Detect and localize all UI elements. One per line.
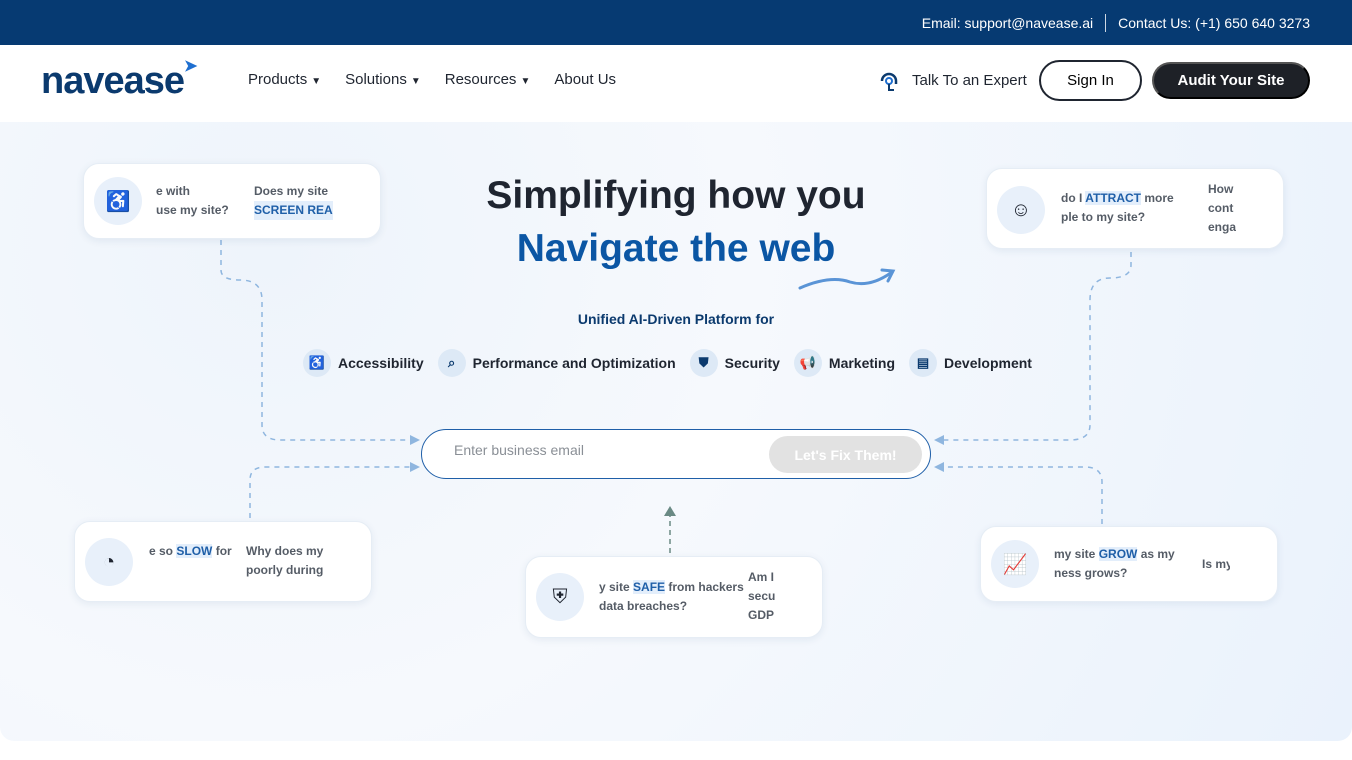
category-security: ⛊ Security: [689, 349, 780, 377]
connector-lines: [220, 240, 1132, 553]
category-label: Performance and Optimization: [472, 355, 676, 371]
card-text: ple to my site?: [1061, 210, 1146, 224]
accessibility-icon: ♿: [303, 349, 331, 377]
question-card-accessibility: ♿ e with use my site? Does my site SCREEN …: [83, 163, 381, 239]
card-highlight: SLOW: [176, 544, 213, 558]
people-group-icon: ☺: [997, 186, 1045, 234]
hero-subtitle: Unified AI-Driven Platform for: [577, 311, 775, 327]
card-text: ness grows?: [1054, 566, 1128, 580]
question-card-growth: 📈 my site GROW as my ness grows? Is my: [980, 526, 1278, 602]
swoosh-decoration: [798, 268, 896, 290]
card-text: my site: [1054, 547, 1099, 561]
category-label: Security: [724, 355, 780, 371]
category-performance: ⌕ Performance and Optimization: [437, 349, 676, 377]
category-label: Marketing: [828, 355, 896, 371]
card-text: cont: [1208, 201, 1234, 215]
search-icon: ⌕: [437, 349, 466, 377]
card-highlight: SAFE: [633, 580, 666, 594]
card-text: Does my site: [254, 184, 329, 198]
shield-icon: ⛊: [689, 349, 718, 377]
card-text: use my site?: [156, 203, 229, 217]
email-form: Let's Fix Them!: [421, 429, 931, 479]
question-card-performance: ◔ e so SLOW for Why does my poorly during: [74, 521, 372, 602]
card-highlight: SCREEN REA: [254, 201, 333, 220]
question-card-security: ⛨ y site SAFE from hackers data breaches?…: [525, 556, 823, 638]
card-text: more: [1140, 191, 1174, 205]
megaphone-icon: 📢: [793, 349, 822, 377]
category-label: Development: [944, 355, 1032, 371]
card-text: How: [1208, 182, 1234, 196]
card-highlight: ATTRACT: [1085, 191, 1141, 205]
card-text: for: [212, 544, 232, 558]
category-development: ▤ Development: [909, 349, 1032, 377]
card-text: from hackers: [665, 580, 744, 594]
card-text: do I: [1061, 191, 1086, 205]
card-text: e so: [149, 544, 177, 558]
card-text: secu: [748, 589, 775, 603]
card-text: as my: [1137, 547, 1175, 561]
card-text: Why does my: [246, 544, 324, 558]
card-text: y site: [599, 580, 634, 594]
category-list: ♿ Accessibility ⌕ Performance and Optimiza…: [303, 349, 1032, 377]
category-accessibility: ♿ Accessibility: [303, 349, 424, 377]
question-card-marketing: ☺ do I ATTRACT more ple to my site? How co…: [986, 168, 1284, 249]
card-text: data breaches?: [599, 599, 688, 613]
card-text: GDP: [748, 608, 775, 622]
accessibility-icon: ♿: [94, 177, 142, 225]
code-window-icon: ▤: [909, 349, 938, 377]
growth-chart-icon: 📈: [991, 540, 1039, 588]
shield-user-icon: ⛨: [536, 573, 584, 621]
card-text: poorly during: [246, 563, 324, 577]
speedometer-icon: ◔: [85, 538, 133, 586]
card-text: Is my: [1202, 557, 1230, 571]
card-highlight: GROW: [1098, 547, 1138, 561]
category-label: Accessibility: [338, 355, 424, 371]
card-text: e with: [156, 184, 191, 198]
card-text: enga: [1208, 220, 1236, 234]
fix-them-button[interactable]: Let's Fix Them!: [769, 436, 922, 473]
business-email-input[interactable]: [454, 442, 754, 458]
category-marketing: 📢 Marketing: [793, 349, 896, 377]
card-text: Am I: [748, 570, 775, 584]
